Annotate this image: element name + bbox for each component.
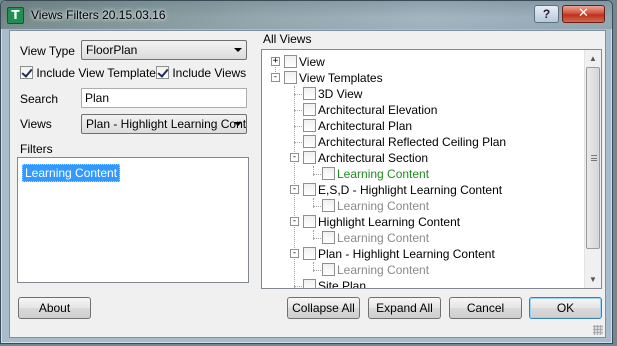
tree-item-label: Plan - Highlight Learning Content xyxy=(318,247,495,261)
title-bar[interactable]: T Views Filters 20.15.03.16 ? ✕ xyxy=(1,1,612,29)
tree-item[interactable]: Architectural Reflected Ceiling Plan xyxy=(303,135,506,151)
tree-item-checkbox[interactable] xyxy=(303,279,316,288)
tree-item-label: Learning Content xyxy=(337,167,430,181)
tree-item[interactable]: View xyxy=(284,55,325,71)
tree-item-checkbox[interactable] xyxy=(322,199,335,212)
views-tree[interactable]: + View - View Templates 3D View Architectural… xyxy=(261,49,602,289)
tree-item[interactable]: Site Plan xyxy=(303,279,367,289)
dialog-body: View Type FloorPlan Include View Templat… xyxy=(9,30,606,338)
tree-item-checkbox[interactable] xyxy=(303,87,316,100)
tree-item-label: 3D View xyxy=(318,87,363,101)
filters-list[interactable]: Learning Content xyxy=(17,157,249,283)
tree-item[interactable]: Architectural Section xyxy=(303,151,428,167)
expander-icon[interactable]: - xyxy=(290,249,299,258)
tree-item-checkbox[interactable] xyxy=(322,231,335,244)
tree-item-checkbox[interactable] xyxy=(322,263,335,276)
expander-icon[interactable]: - xyxy=(290,185,299,194)
scroll-up-icon[interactable]: ▲ xyxy=(585,50,601,67)
tree-item-checkbox[interactable] xyxy=(284,55,297,68)
expand-all-button[interactable]: Expand All xyxy=(368,297,441,319)
filter-item[interactable]: Learning Content xyxy=(22,164,121,182)
tree-item-label: Site Plan xyxy=(318,279,367,289)
dropdown-arrow-icon xyxy=(234,48,242,52)
scrollbar-thumb[interactable] xyxy=(586,67,600,249)
window-title: Views Filters 20.15.03.16 xyxy=(31,8,166,22)
cancel-button[interactable]: Cancel xyxy=(449,297,522,319)
search-label: Search xyxy=(20,92,59,106)
grip-icon xyxy=(591,155,597,161)
tree-item-checkbox[interactable] xyxy=(303,215,316,228)
tree-item-checkbox[interactable] xyxy=(303,183,316,196)
all-views-label: All Views xyxy=(263,32,312,46)
tree-item-checkbox[interactable] xyxy=(303,151,316,164)
views-dropdown[interactable]: Plan - Highlight Learning Conte xyxy=(81,114,247,134)
tree-item[interactable]: Learning Content xyxy=(322,263,429,279)
tree-item-checkbox[interactable] xyxy=(303,247,316,260)
filters-label: Filters xyxy=(20,142,53,156)
ok-button[interactable]: OK xyxy=(529,297,602,319)
tree-item[interactable]: E,S,D - Highlight Learning Content xyxy=(303,183,502,199)
tree-item-label: Architectural Reflected Ceiling Plan xyxy=(318,135,507,149)
tree-item-label: Architectural Elevation xyxy=(318,103,438,117)
search-input[interactable]: Plan xyxy=(81,88,247,108)
about-button[interactable]: About xyxy=(18,297,91,319)
include-views-label: Include Views xyxy=(172,66,247,80)
views-label: Views xyxy=(20,117,52,131)
expander-icon[interactable]: - xyxy=(290,153,299,162)
close-button[interactable]: ✕ xyxy=(562,5,605,23)
scroll-down-icon[interactable]: ▼ xyxy=(585,271,601,288)
help-button[interactable]: ? xyxy=(534,5,559,23)
tree-item-label: Learning Content xyxy=(337,231,430,245)
tree-scrollbar[interactable]: ▲ ▼ xyxy=(584,50,601,288)
tree-item-checkbox[interactable] xyxy=(284,71,297,84)
expander-icon[interactable]: - xyxy=(290,217,299,226)
tree-item[interactable]: Learning Content xyxy=(322,231,429,247)
views-value: Plan - Highlight Learning Conte xyxy=(86,117,247,131)
tree-item-label: Learning Content xyxy=(337,263,430,277)
dropdown-arrow-icon xyxy=(234,122,242,126)
view-type-label: View Type xyxy=(20,44,75,58)
tree-item[interactable]: Learning Content xyxy=(322,199,429,215)
tree-item-label: Learning Content xyxy=(337,199,430,213)
include-view-templates-option[interactable]: Include View Templates xyxy=(20,66,162,80)
view-type-dropdown[interactable]: FloorPlan xyxy=(81,40,247,60)
tree-item-checkbox[interactable] xyxy=(303,103,316,116)
include-views-option[interactable]: Include Views xyxy=(156,66,246,80)
tree-item[interactable]: Highlight Learning Content xyxy=(303,215,460,231)
tree-item-label: Architectural Plan xyxy=(318,119,413,133)
tree-item-label: View xyxy=(299,55,325,69)
collapse-all-button[interactable]: Collapse All xyxy=(287,297,360,319)
tree-item[interactable]: 3D View xyxy=(303,87,362,103)
app-icon: T xyxy=(7,7,24,24)
include-view-templates-label: Include View Templates xyxy=(36,66,162,80)
expander-icon[interactable]: - xyxy=(271,73,280,82)
tree-item-label: E,S,D - Highlight Learning Content xyxy=(318,183,503,197)
dialog-window: T Views Filters 20.15.03.16 ? ✕ View Typ… xyxy=(0,0,613,344)
tree-item-label: Highlight Learning Content xyxy=(318,215,461,229)
tree-item-label: Architectural Section xyxy=(318,151,429,165)
tree-item[interactable]: Architectural Elevation xyxy=(303,103,437,119)
tree-item[interactable]: View Templates xyxy=(284,71,383,87)
tree-item-label: View Templates xyxy=(299,71,383,85)
tree-item[interactable]: Architectural Plan xyxy=(303,119,412,135)
include-view-templates-checkbox[interactable] xyxy=(20,66,33,79)
tree-item[interactable]: Plan - Highlight Learning Content xyxy=(303,247,495,263)
tree-item-checkbox[interactable] xyxy=(303,135,316,148)
tree-item-checkbox[interactable] xyxy=(303,119,316,132)
expander-icon[interactable]: + xyxy=(271,57,280,66)
view-type-value: FloorPlan xyxy=(86,43,138,57)
tree-item[interactable]: Learning Content xyxy=(322,167,429,183)
resize-grip-icon[interactable] xyxy=(593,325,603,335)
include-views-checkbox[interactable] xyxy=(156,66,169,79)
tree-item-checkbox[interactable] xyxy=(322,167,335,180)
